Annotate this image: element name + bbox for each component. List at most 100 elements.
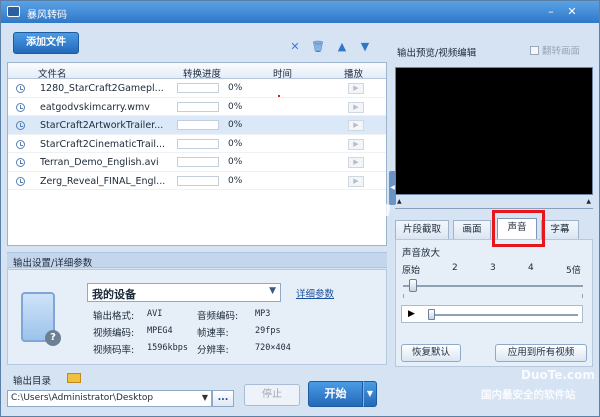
preview-title: 输出预览/视频编辑: [397, 48, 477, 59]
folder-icon[interactable]: [67, 373, 81, 383]
table-row[interactable]: 1280_StarCraft2Gamepl... 0% ▶: [8, 79, 386, 98]
volume-slider-knob[interactable]: [409, 279, 417, 292]
audio-codec-value: MP3: [255, 309, 271, 319]
resolution-label: 分辨率:: [197, 345, 229, 356]
seek-track[interactable]: [430, 314, 578, 316]
clip-end-marker-icon[interactable]: ▲: [586, 198, 591, 205]
detail-params-link[interactable]: 详细参数: [296, 286, 334, 300]
file-name: 1280_StarCraft2Gamepl...: [40, 83, 164, 94]
start-dropdown-button[interactable]: ▼: [363, 381, 377, 407]
tab-subtitle[interactable]: 字幕: [541, 220, 579, 239]
clock-icon: [16, 139, 25, 149]
progress-value: 0%: [228, 83, 243, 93]
scale-label: 原始: [402, 266, 421, 276]
device-select[interactable]: 我的设备 ▼: [87, 283, 281, 302]
file-name: StarCraft2ArtworkTrailer...: [40, 120, 164, 131]
highlight-box: [492, 210, 545, 247]
video-preview: [395, 67, 593, 195]
table-row[interactable]: Terran_Demo_English.avi 0% ▶: [8, 153, 386, 172]
chevron-down-icon: ▼: [269, 286, 276, 296]
scale-label: 2: [452, 263, 458, 273]
file-name: Terran_Demo_English.avi: [40, 157, 159, 168]
move-down-icon[interactable]: ▼: [359, 41, 371, 53]
add-file-button[interactable]: 添加文件: [13, 32, 79, 54]
window-title: 暴风转码: [27, 10, 67, 21]
file-name: eatgodvskimcarry.wmv: [40, 101, 150, 113]
progress-bar: [177, 138, 219, 149]
app-window: 暴风转码 – ✕ 添加文件 ✕ 🗑 ▲ ▼ 文件名 转换进度 时间 播放 128…: [0, 0, 600, 417]
app-icon: [7, 6, 20, 17]
scale-label: 3: [490, 263, 496, 273]
checkbox-icon: [530, 46, 539, 55]
clock-icon: [16, 158, 25, 167]
table-row[interactable]: Zerg_Reveal_FINAL_Engl... 0% ▶: [8, 172, 386, 190]
scale-label: 5倍: [566, 266, 581, 276]
clock-icon: [16, 121, 25, 130]
file-list-header: 文件名 转换进度 时间 播放: [8, 63, 386, 80]
stop-button[interactable]: 停止: [244, 384, 300, 406]
audio-codec-label: 音频编码:: [197, 311, 239, 322]
clip-start-marker-icon[interactable]: ▲: [397, 198, 402, 205]
trash-icon[interactable]: 🗑: [311, 41, 325, 53]
progress-value: 0%: [228, 138, 243, 149]
play-icon[interactable]: ▶: [348, 138, 364, 150]
play-icon[interactable]: ▶: [348, 83, 364, 94]
table-row[interactable]: StarCraft2ArtworkTrailer... 0% ▶: [8, 116, 386, 135]
close-icon[interactable]: ✕: [565, 5, 579, 18]
play-icon[interactable]: ▶: [348, 120, 364, 131]
col-play[interactable]: 播放: [344, 66, 363, 80]
progress-bar: [177, 83, 219, 93]
clock-icon: [16, 84, 25, 93]
progress-bar: [177, 120, 219, 130]
play-icon[interactable]: ▶: [348, 175, 364, 187]
output-path-select[interactable]: C:\Users\Administrator\Desktop ▼: [7, 390, 212, 407]
col-time[interactable]: 时间: [273, 66, 292, 80]
progress-bar: [177, 157, 219, 167]
help-icon: ?: [45, 330, 61, 346]
table-row[interactable]: eatgodvskimcarry.wmv 0% ▶: [8, 98, 386, 116]
apply-all-button[interactable]: 应用到所有视频: [495, 344, 587, 362]
play-icon[interactable]: ▶: [408, 309, 415, 319]
browse-button[interactable]: ...: [212, 390, 234, 407]
volume-slider[interactable]: [403, 285, 583, 287]
progress-bar: [177, 175, 219, 186]
progress-value: 0%: [228, 101, 243, 112]
move-up-icon[interactable]: ▲: [336, 41, 348, 53]
table-row[interactable]: StarCraft2CinematicTrail... 0% ▶: [8, 135, 386, 153]
tab-clip[interactable]: 片段截取: [395, 220, 449, 239]
video-codec-label: 视频编码:: [93, 328, 135, 339]
fps-value: 29fps: [255, 326, 281, 336]
clock-icon: [16, 102, 25, 112]
minimize-icon[interactable]: –: [544, 5, 558, 18]
bitrate-value: 1596kbps: [147, 343, 188, 353]
audio-player: ▶: [401, 305, 583, 323]
video-codec-value: MPEG4: [147, 326, 173, 336]
clock-icon: [16, 176, 25, 186]
bitrate-label: 视频码率:: [93, 345, 135, 356]
amplify-label: 声音放大: [402, 248, 441, 259]
settings-header: 输出设置/详细参数: [7, 252, 387, 269]
format-value: AVI: [147, 309, 163, 319]
device-select-value: 我的设备: [92, 288, 136, 301]
output-path-value: C:\Users\Administrator\Desktop: [11, 393, 154, 403]
file-name: Zerg_Reveal_FINAL_Engl...: [40, 175, 166, 187]
progress-value: 0%: [228, 175, 243, 186]
seek-thumb[interactable]: [428, 309, 435, 320]
device-icon: ?: [21, 292, 61, 346]
clip-ruler[interactable]: ▲ ▲: [395, 197, 593, 209]
restore-default-button[interactable]: 恢复默认: [401, 344, 461, 362]
tab-picture[interactable]: 画面: [453, 220, 491, 239]
chevron-down-icon: ▼: [201, 393, 208, 402]
progress-value: 0%: [228, 157, 243, 167]
col-progress[interactable]: 转换进度: [183, 66, 221, 80]
flip-checkbox[interactable]: 翻转画面: [530, 43, 580, 57]
scale-label: 4: [528, 263, 534, 273]
settings-title: 输出设置/详细参数: [13, 258, 93, 269]
remove-icon[interactable]: ✕: [289, 41, 301, 53]
play-icon[interactable]: ▶: [348, 157, 364, 168]
col-name[interactable]: 文件名: [38, 66, 67, 80]
watermark-slogan: 国内最安全的软件站: [481, 389, 576, 401]
watermark-logo: DuoTe.com: [521, 368, 595, 382]
start-button[interactable]: 开始: [308, 381, 363, 407]
play-icon[interactable]: ▶: [348, 101, 364, 113]
